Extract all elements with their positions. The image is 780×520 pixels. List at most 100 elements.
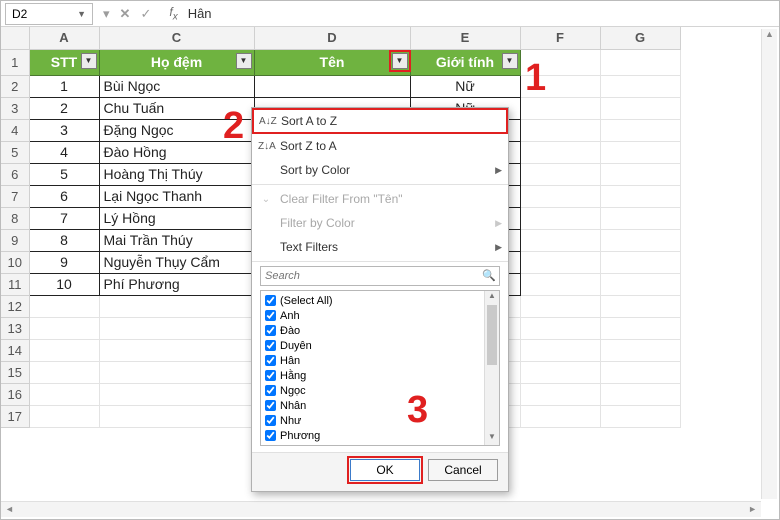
cell-hodem[interactable]: Lại Ngọc Thanh [99,185,254,207]
row-header[interactable]: 16 [1,383,29,405]
empty-cell[interactable] [600,119,680,141]
cell-stt[interactable]: 3 [29,119,99,141]
filter-search-input[interactable] [260,266,500,286]
cell-stt[interactable]: 7 [29,207,99,229]
empty-cell[interactable] [29,405,99,427]
empty-cell[interactable] [99,405,254,427]
empty-cell[interactable] [520,317,600,339]
name-box-dropdown-icon[interactable]: ▼ [77,9,86,19]
cancel-button[interactable]: Cancel [428,459,498,481]
cell-hodem[interactable]: Nguyễn Thụy Cẩm [99,251,254,273]
empty-cell[interactable] [600,229,680,251]
row-header[interactable]: 17 [1,405,29,427]
empty-cell[interactable] [520,405,600,427]
vertical-scrollbar[interactable]: ▲ [761,29,777,499]
empty-cell[interactable] [600,207,680,229]
cell-hodem[interactable]: Phí Phương [99,273,254,295]
sort-a-to-z[interactable]: A↓Z Sort A to Z [253,109,507,133]
filter-item-4[interactable]: Hằng [263,368,497,383]
row-header[interactable]: 6 [1,163,29,185]
scroll-down-icon[interactable]: ▼ [485,432,499,445]
filter-item-7-checkbox[interactable] [265,415,276,426]
row-header[interactable]: 13 [1,317,29,339]
row-header[interactable]: 10 [1,251,29,273]
cell-stt[interactable]: 1 [29,75,99,97]
filter-item-3-checkbox[interactable] [265,355,276,366]
row-header[interactable]: 5 [1,141,29,163]
cell-hodem[interactable]: Đặng Ngọc [99,119,254,141]
empty-cell[interactable] [520,185,600,207]
row-header[interactable]: 8 [1,207,29,229]
name-box[interactable]: D2 ▼ [5,3,93,25]
row-header[interactable]: 7 [1,185,29,207]
row-header[interactable]: 9 [1,229,29,251]
cell-stt[interactable]: 9 [29,251,99,273]
empty-cell[interactable] [520,339,600,361]
empty-cell[interactable] [520,141,600,163]
filter-item-2[interactable]: Duyên [263,338,497,353]
cell-stt[interactable]: 2 [29,97,99,119]
enter-icon[interactable]: ✓ [140,6,151,22]
empty-cell[interactable] [600,49,680,75]
empty-cell[interactable] [600,75,680,97]
column-header-E[interactable]: E [410,27,520,49]
formula-bar-value[interactable]: Hân [188,6,212,21]
filter-item-2-checkbox[interactable] [265,340,276,351]
empty-cell[interactable] [600,185,680,207]
empty-cell[interactable] [29,361,99,383]
filter-item-8[interactable]: Phương [263,428,497,443]
empty-cell[interactable] [520,207,600,229]
cell-stt[interactable]: 8 [29,229,99,251]
cell-stt[interactable]: 5 [29,163,99,185]
empty-cell[interactable] [99,317,254,339]
empty-cell[interactable] [520,251,600,273]
sort-by-color[interactable]: Sort by Color ▶ [252,158,508,182]
row-header[interactable]: 1 [1,49,29,75]
cell-hodem[interactable]: Chu Tuấn [99,97,254,119]
empty-cell[interactable] [520,383,600,405]
cell-stt[interactable]: 10 [29,273,99,295]
filter-item-1-checkbox[interactable] [265,325,276,336]
cell-ten[interactable] [254,75,410,97]
cell-stt[interactable]: 4 [29,141,99,163]
filter-item-0[interactable]: Anh [263,308,497,323]
column-header-D[interactable]: D [254,27,410,49]
filter-item-0-checkbox[interactable] [265,310,276,321]
row-header[interactable]: 4 [1,119,29,141]
empty-cell[interactable] [520,295,600,317]
scroll-right-icon[interactable]: ► [748,504,757,514]
empty-cell[interactable] [600,97,680,119]
empty-cell[interactable] [520,273,600,295]
filter-dropdown-hodem[interactable]: ▼ [236,53,252,69]
row-header[interactable]: 12 [1,295,29,317]
filter-dropdown-ten[interactable]: ▼ [392,53,408,69]
sort-z-to-a[interactable]: Z↓A Sort Z to A [252,134,508,158]
empty-cell[interactable] [600,251,680,273]
empty-cell[interactable] [29,317,99,339]
cell-hodem[interactable]: Bùi Ngọc [99,75,254,97]
column-header-C[interactable]: C [99,27,254,49]
filter-item-4-checkbox[interactable] [265,370,276,381]
empty-cell[interactable] [600,361,680,383]
empty-cell[interactable] [520,49,600,75]
empty-cell[interactable] [600,141,680,163]
filter-select-all[interactable]: (Select All) [263,293,497,308]
scroll-up-icon[interactable]: ▲ [485,291,499,304]
empty-cell[interactable] [520,361,600,383]
empty-cell[interactable] [520,229,600,251]
filter-item-5-checkbox[interactable] [265,385,276,396]
scroll-left-icon[interactable]: ◄ [5,504,14,514]
empty-cell[interactable] [600,317,680,339]
empty-cell[interactable] [600,383,680,405]
filter-dropdown-gioitinh[interactable]: ▼ [502,53,518,69]
filter-list-scrollbar[interactable]: ▲ ▼ [484,291,499,445]
row-header[interactable]: 3 [1,97,29,119]
empty-cell[interactable] [520,119,600,141]
empty-cell[interactable] [99,361,254,383]
cell-hodem[interactable]: Mai Trần Thúy [99,229,254,251]
empty-cell[interactable] [520,97,600,119]
horizontal-scrollbar[interactable]: ◄ ► [1,501,761,517]
filter-item-1[interactable]: Đào [263,323,497,338]
filter-item-5[interactable]: Ngọc [263,383,497,398]
empty-cell[interactable] [99,339,254,361]
